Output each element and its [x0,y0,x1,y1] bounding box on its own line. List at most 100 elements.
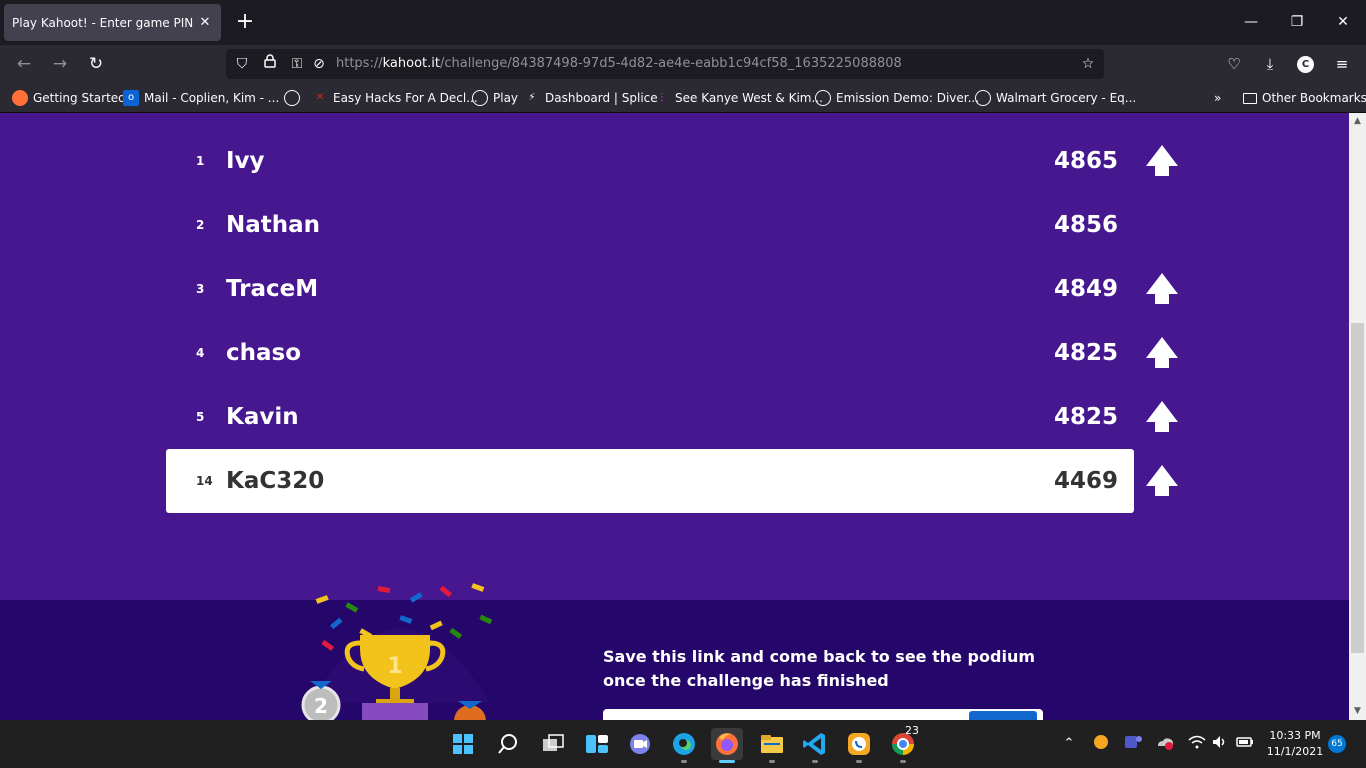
search-icon[interactable] [492,728,524,760]
widgets-icon[interactable] [581,728,613,760]
leaderboard-row-current-player: 14 KaC320 4469 [166,449,1134,513]
wifi-icon[interactable] [1188,734,1206,754]
outlook-icon: o [123,90,139,106]
bookmark-emission[interactable]: Emission Demo: Diver... [815,90,979,106]
firefox-taskbar-icon[interactable] [711,728,743,763]
leaderboard-row: 5 Kavin 4825 [166,385,1134,449]
bookmark-mail[interactable]: o Mail - Coplien, Kim - ... [123,90,279,106]
window-close-icon[interactable]: ✕ [1320,0,1366,45]
download-icon[interactable]: ⤓ [1258,52,1282,76]
permissions-icon[interactable]: ⚿ [286,52,308,76]
rank-up-arrow-icon [1146,273,1178,304]
tab-title: Play Kahoot! - Enter game PIN here! [12,15,197,30]
bookmark-label: Getting Started [33,91,126,105]
challenge-link-field[interactable] [603,709,1043,720]
player-score: 4825 [1053,340,1118,366]
shield-icon[interactable]: ⛉ [231,52,253,76]
podium-first-label: 1 [387,654,402,679]
windows-taskbar: 23 ⌃ 10:33 PM 11/1/2021 65 [0,720,1366,768]
notification-badge[interactable]: 65 [1328,735,1346,753]
leaderboard-row: 3 TraceM 4849 [166,257,1134,321]
battery-icon[interactable] [1236,734,1254,754]
bookmark-label: Dashboard | Splice [545,91,658,105]
clock[interactable]: 10:33 PM 11/1/2021 [1262,728,1328,760]
rank-number: 2 [196,218,205,232]
vscode-icon[interactable] [799,728,831,763]
player-name: Ivy [226,148,265,174]
other-bookmarks[interactable]: Other Bookmarks [1243,90,1366,106]
bookmark-walmart[interactable]: Walmart Grocery - Eq... [975,90,1136,106]
chrome-icon[interactable]: 23 [887,724,919,763]
site-icon: ✕ [315,92,325,103]
bookmark-star-icon[interactable]: ☆ [1077,52,1099,76]
file-explorer-icon[interactable] [756,728,788,763]
volume-icon[interactable] [1211,734,1229,754]
leaderboard-row: 2 Nathan 4856 [166,193,1134,257]
forward-icon[interactable]: → [48,52,72,76]
globe-icon [284,90,300,106]
minimize-icon[interactable]: — [1228,0,1274,45]
save-link-message: Save this link and come back to see the … [603,647,1035,690]
navigation-toolbar: ← → ↻ ⛉ ⚿ ⊘ https://kahoot.it/challenge/… [0,45,1366,83]
leaderboard-row: 1 Ivy 4865 [166,129,1134,193]
account-avatar[interactable]: C [1297,56,1314,73]
phone-app-icon[interactable] [843,728,875,763]
url-path: /challenge/84387498-97d5-4d82-ae4e-eabb1… [439,56,902,71]
edge-icon[interactable] [668,728,700,763]
tab-kahoot[interactable]: Play Kahoot! - Enter game PIN here! ✕ [4,4,221,41]
bookmarks-overflow-icon[interactable]: » [1214,90,1221,106]
scroll-down-icon[interactable]: ▼ [1349,703,1366,720]
task-view-icon[interactable] [537,728,569,760]
autoplay-blocked-icon[interactable]: ⊘ [308,52,330,76]
show-hidden-icons-icon[interactable]: ⌃ [1060,734,1078,754]
scrollbar-thumb[interactable] [1351,323,1364,653]
url-text[interactable]: https://kahoot.it/challenge/84387498-97d… [336,56,902,71]
tab-close-icon[interactable]: ✕ [197,15,213,30]
back-icon[interactable]: ← [12,52,36,76]
podium-second-label: 2 [314,694,328,718]
restore-icon[interactable]: ❐ [1274,0,1320,45]
globe-icon [815,90,831,106]
bookmark-kanye[interactable]: ⋮ See Kanye West & Kim... [654,90,823,106]
teams-tray-icon[interactable] [1124,734,1142,754]
bookmark-globe[interactable] [284,90,305,106]
pocket-icon[interactable]: ♡ [1222,52,1246,76]
player-score: 4856 [1053,212,1118,238]
copy-link-button[interactable] [969,711,1037,720]
tab-bar: Play Kahoot! - Enter game PIN here! ✕ + … [0,0,1366,45]
bookmark-label: Mail - Coplien, Kim - ... [144,91,280,105]
rank-number: 5 [196,410,205,424]
bookmark-getting-started[interactable]: Getting Started [12,90,126,106]
leaderboard-row: 4 chaso 4825 [166,321,1134,385]
running-indicator [856,760,862,763]
rank-number: 3 [196,282,205,296]
bookmark-label: Play [493,91,519,105]
lock-icon[interactable] [259,52,281,76]
rank-up-arrow-icon [1146,401,1178,432]
phone-tray-icon[interactable] [1092,734,1110,754]
folder-icon [1243,92,1257,104]
url-bar[interactable]: ⛉ ⚿ ⊘ https://kahoot.it/challenge/843874… [226,49,1104,79]
running-indicator [681,760,687,763]
player-score: 4825 [1053,404,1118,430]
menu-icon[interactable]: ≡ [1330,52,1354,76]
bookmark-easy-hacks[interactable]: ✕ Easy Hacks For A Decl... [312,90,478,106]
page-scrollbar[interactable]: ▲ ▼ [1349,113,1366,720]
rank-number: 1 [196,154,205,168]
start-icon[interactable] [447,728,479,760]
url-host: kahoot.it [382,56,440,71]
rank-number: 4 [196,346,205,360]
reload-icon[interactable]: ↻ [84,52,108,76]
clock-date: 11/1/2021 [1266,745,1324,758]
splice-icon: ⚡ [528,92,536,103]
trophy-illustration: 1 2 [301,583,493,720]
rank-number: 14 [196,474,213,488]
bookmark-splice[interactable]: ⚡ Dashboard | Splice [524,90,658,106]
new-tab-button[interactable]: + [233,10,257,34]
other-bookmarks-label: Other Bookmarks [1262,91,1366,105]
player-name: TraceM [226,276,319,302]
scroll-up-icon[interactable]: ▲ [1349,113,1366,130]
onedrive-icon[interactable] [1156,734,1174,754]
bookmark-play[interactable]: Play [472,90,518,106]
teams-chat-icon[interactable] [624,728,656,760]
